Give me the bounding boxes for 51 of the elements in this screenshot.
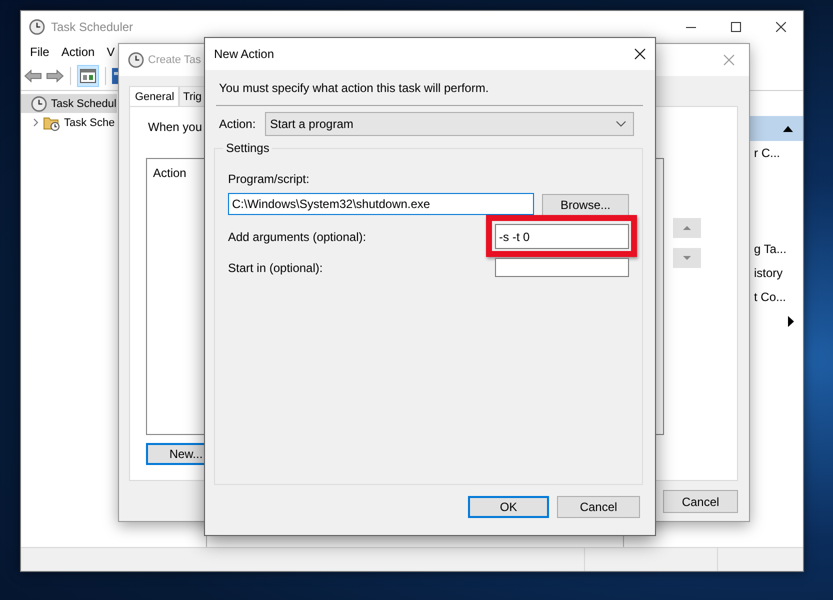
tree-item[interactable]: Task Sche [21,113,117,132]
back-arrow-icon[interactable] [24,69,42,83]
forward-arrow-icon[interactable] [46,69,64,83]
tab[interactable]: Trig [179,86,205,106]
chevron-down-icon [616,121,626,127]
folder-clock-icon [43,114,60,130]
window-title: Task Scheduler [51,20,134,34]
field-label: Program/script: [228,172,310,186]
collapse-arrow-icon[interactable] [783,126,793,132]
collapsed-chevron-icon[interactable] [31,118,40,127]
cancel-button[interactable]: Cancel [557,496,640,518]
close-icon [634,48,646,60]
close-icon [723,54,735,66]
action-item[interactable]: t Co... [754,290,786,304]
column-header: Action [153,166,186,180]
input-field[interactable]: C:\Windows\System32\shutdown.exe [228,193,534,215]
menu-item[interactable]: File [30,45,50,59]
toolbar-icon[interactable] [112,68,118,84]
clock-icon [31,96,47,112]
group-label: Settings [223,141,272,155]
triangle-down-icon [683,256,691,260]
browse-button[interactable]: Browse... [542,194,629,216]
tab[interactable]: General [129,86,180,106]
input-field[interactable]: -s -t 0 [495,224,629,249]
close-icon [776,22,786,32]
field-label: Action: [219,117,257,131]
field-label: Start in (optional): [228,260,324,274]
action-item[interactable]: r C... [754,146,780,160]
input-field[interactable] [495,258,629,277]
window-title: Create Tas [148,54,201,66]
instruction-text: You must specify what action this task will perform. [219,81,490,95]
window-icon [80,69,96,83]
move-up-button[interactable] [673,218,701,238]
field-label: Add arguments (optional): [228,230,368,244]
clock-icon [29,18,45,34]
toolbar-button[interactable] [77,65,99,87]
menu-item[interactable]: Action [61,45,95,59]
action-dropdown[interactable]: Start a program [265,112,634,136]
move-down-button[interactable] [673,248,701,268]
clock-icon [128,52,144,68]
maximize-icon [730,22,740,32]
description-text: When you [148,120,202,134]
action-item[interactable]: g Ta... [754,242,786,256]
action-item[interactable]: istory [754,266,783,280]
submenu-arrow-icon[interactable] [788,316,794,326]
dialog-title: New Action [214,47,274,61]
triangle-up-icon [683,226,691,230]
ok-button[interactable]: OK [468,496,549,518]
menu-item[interactable]: V [106,45,115,59]
cancel-button[interactable]: Cancel [663,490,738,513]
tree-item-selected[interactable]: Task Schedul [21,94,117,113]
